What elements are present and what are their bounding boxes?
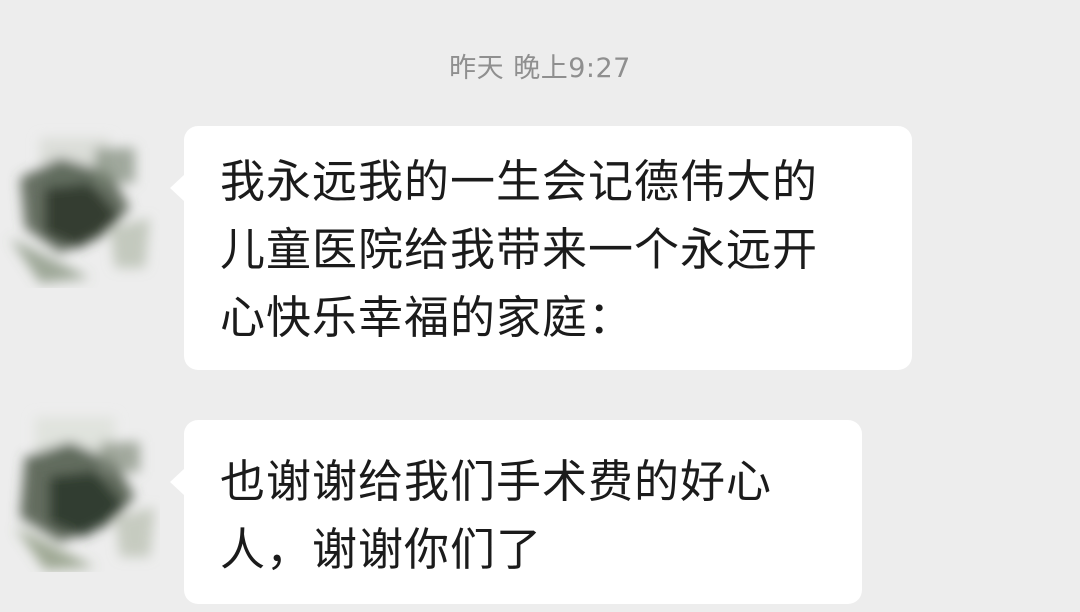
message-bubble[interactable]: 我永远我的一生会记德伟大的 儿童医院给我带来一个永远开 心快乐幸福的家庭： xyxy=(170,126,912,370)
chat-area: 昨天 晚上9:27 我永远我的一生会记德伟大的 儿童医院给我带来一个永远开 心快… xyxy=(0,0,1080,612)
bubble-tail xyxy=(170,174,185,202)
sender-avatar[interactable] xyxy=(0,402,160,572)
blurred-avatar-icon xyxy=(10,138,150,283)
message-text-line: 人，谢谢你们了 xyxy=(220,523,543,576)
message-text-line: 我永远我的一生会记德伟大的 xyxy=(220,155,819,208)
message-timestamp: 昨天 晚上9:27 xyxy=(449,53,631,84)
message-bubble[interactable]: 也谢谢给我们手术费的好心 人，谢谢你们了 xyxy=(170,420,862,604)
message-text-line: 心快乐幸福的家庭： xyxy=(220,291,635,344)
bubble-tail xyxy=(170,468,185,496)
message-text-line: 儿童医院给我带来一个永远开 xyxy=(220,223,819,276)
blurred-avatar-icon xyxy=(15,417,155,570)
sender-avatar[interactable] xyxy=(0,118,160,288)
message-text-line: 也谢谢给我们手术费的好心 xyxy=(220,455,773,508)
